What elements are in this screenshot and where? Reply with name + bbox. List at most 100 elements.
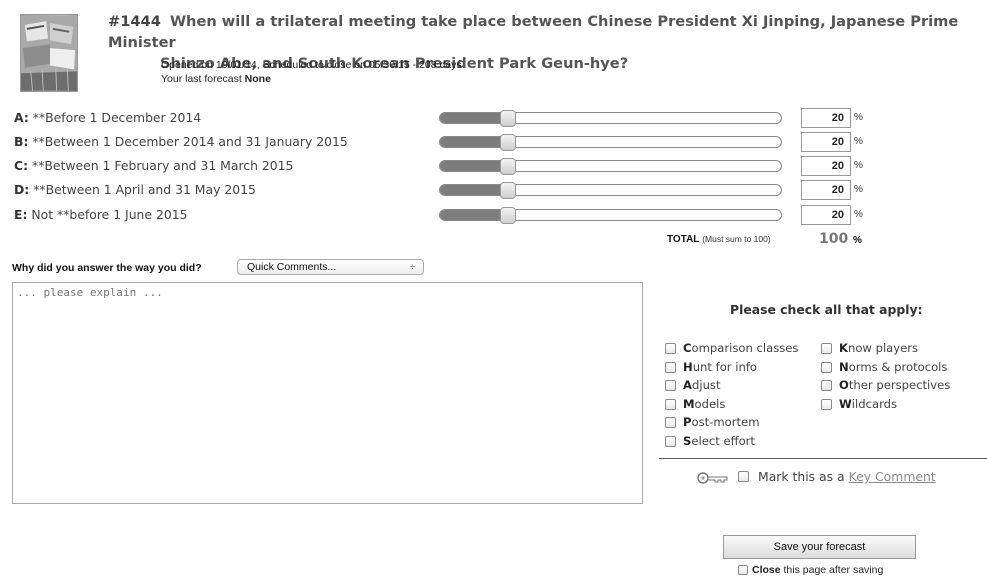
- close-after-saving: Close this page after saving: [738, 564, 883, 576]
- apply-checkbox-item[interactable]: Models: [665, 397, 725, 411]
- apply-checkbox-item[interactable]: Comparison classes: [665, 341, 798, 355]
- option-text: **Between 1 December 2014 and 31 January…: [32, 134, 348, 149]
- quick-comments-select[interactable]: Quick Comments... ÷: [237, 259, 424, 275]
- apply-checkbox-item[interactable]: Select effort: [665, 434, 755, 448]
- checkbox-initial: K: [839, 341, 848, 355]
- key-comment-checkbox[interactable]: [738, 471, 749, 482]
- slider-handle[interactable]: [500, 207, 516, 224]
- option-letter: E:: [14, 207, 28, 222]
- close-rest-text: this page after saving: [780, 564, 884, 576]
- option-percent-input[interactable]: 20: [801, 108, 851, 128]
- checkbox[interactable]: [665, 342, 676, 354]
- option-row: D: **Between 1 April and 31 May 2015 20%: [14, 180, 974, 201]
- checkbox-initial: C: [683, 341, 692, 355]
- checkbox-initial: A: [683, 378, 692, 392]
- option-percent-input[interactable]: 20: [801, 132, 851, 152]
- checkbox[interactable]: [665, 398, 676, 410]
- option-row: A: **Before 1 December 2014 20%: [14, 108, 974, 129]
- checkbox[interactable]: [821, 379, 832, 391]
- percent-sign: %: [854, 112, 863, 123]
- checkbox[interactable]: [665, 379, 676, 391]
- checkbox-label: ildcards: [851, 397, 898, 411]
- option-slider[interactable]: [439, 182, 782, 199]
- last-forecast-value: None: [244, 73, 271, 85]
- slider-handle[interactable]: [500, 182, 516, 199]
- option-letter: A:: [14, 110, 29, 125]
- apply-checkbox-item[interactable]: Know players: [821, 341, 918, 355]
- why-label: Why did you answer the way you did?: [12, 262, 202, 274]
- option-text: **Between 1 April and 31 May 2015: [33, 182, 256, 197]
- option-percent-input[interactable]: 20: [801, 180, 851, 200]
- option-slider[interactable]: [439, 158, 782, 175]
- total-label-text: TOTAL: [667, 234, 700, 245]
- total-value: 100: [819, 231, 849, 247]
- option-label: D: **Between 1 April and 31 May 2015: [14, 182, 256, 197]
- checkbox-label: omparison classes: [691, 341, 799, 355]
- checkbox[interactable]: [665, 435, 676, 447]
- close-bold-text: Close: [752, 564, 781, 576]
- checkbox[interactable]: [665, 361, 676, 373]
- option-slider[interactable]: [439, 134, 782, 151]
- key-icon: [697, 472, 728, 484]
- option-percent-input[interactable]: 20: [801, 205, 851, 225]
- checkbox[interactable]: [821, 398, 832, 410]
- checkbox[interactable]: [821, 361, 832, 373]
- apply-checkbox-item[interactable]: Hunt for info: [665, 360, 757, 374]
- last-forecast: Your last forecast None: [161, 72, 462, 86]
- explain-textarea[interactable]: [12, 282, 643, 504]
- apply-title: Please check all that apply:: [730, 302, 923, 317]
- option-letter: C:: [14, 158, 29, 173]
- option-text: **Between 1 February and 31 March 2015: [32, 158, 294, 173]
- key-comment-prefix: Mark this as a: [758, 469, 845, 484]
- option-letter: B:: [14, 134, 29, 149]
- question-title-line1: When will a trilateral meeting take plac…: [108, 13, 959, 51]
- option-label: E: Not **before 1 June 2015: [14, 207, 188, 222]
- option-row: B: **Between 1 December 2014 and 31 Janu…: [14, 132, 974, 153]
- checkbox[interactable]: [821, 342, 832, 354]
- checkbox-initial: W: [839, 397, 852, 411]
- checkbox-label: djust: [691, 378, 721, 392]
- key-comment-link[interactable]: Key Comment: [849, 469, 936, 484]
- slider-handle[interactable]: [500, 134, 516, 151]
- option-slider[interactable]: [439, 207, 782, 224]
- checkbox-label: orms & protocols: [848, 360, 948, 374]
- question-meta: Opened on 10/01/14, Scheduled to close o…: [161, 58, 462, 86]
- apply-checkbox-item[interactable]: Post-mortem: [665, 415, 760, 429]
- percent-sign: %: [854, 209, 863, 220]
- total-note: (Must sum to 100): [702, 234, 771, 244]
- slider-handle[interactable]: [500, 158, 516, 175]
- slider-handle[interactable]: [500, 110, 516, 127]
- checkbox-label: ther perspectives: [848, 378, 951, 392]
- save-forecast-button[interactable]: Save your forecast: [723, 535, 916, 559]
- checkbox-label: ost-mortem: [691, 415, 760, 429]
- checkbox-initial: S: [683, 434, 692, 448]
- option-label: B: **Between 1 December 2014 and 31 Janu…: [14, 134, 348, 149]
- option-row: E: Not **before 1 June 2015 20%: [14, 205, 974, 226]
- apply-checkbox-item[interactable]: Other perspectives: [821, 378, 950, 392]
- option-letter: D:: [14, 182, 30, 197]
- question-thumbnail: [20, 14, 78, 92]
- percent-sign: %: [854, 136, 863, 147]
- checkbox-initial: N: [839, 360, 849, 374]
- close-after-saving-checkbox[interactable]: [738, 565, 748, 575]
- option-label: A: **Before 1 December 2014: [14, 110, 201, 125]
- select-arrows-icon: ÷: [410, 262, 415, 272]
- checkbox-initial: P: [683, 415, 692, 429]
- option-slider[interactable]: [439, 110, 782, 127]
- apply-checkbox-item[interactable]: Adjust: [665, 378, 721, 392]
- option-text: **Before 1 December 2014: [32, 110, 202, 125]
- divider: [659, 458, 987, 459]
- quick-comments-value: Quick Comments...: [247, 261, 337, 273]
- question-number: #1444: [108, 13, 161, 30]
- last-forecast-label: Your last forecast: [161, 73, 242, 85]
- option-row: C: **Between 1 February and 31 March 201…: [14, 156, 974, 177]
- percent-sign: %: [854, 184, 863, 195]
- total-label: TOTAL (Must sum to 100): [667, 234, 771, 245]
- option-percent-input[interactable]: 20: [801, 156, 851, 176]
- checkbox-initial: O: [839, 378, 849, 392]
- checkbox[interactable]: [665, 416, 676, 428]
- checkbox-label: now players: [847, 341, 919, 355]
- total-percent-sign: %: [853, 235, 862, 246]
- apply-checkbox-item[interactable]: Wildcards: [821, 397, 897, 411]
- apply-checkbox-item[interactable]: Norms & protocols: [821, 360, 947, 374]
